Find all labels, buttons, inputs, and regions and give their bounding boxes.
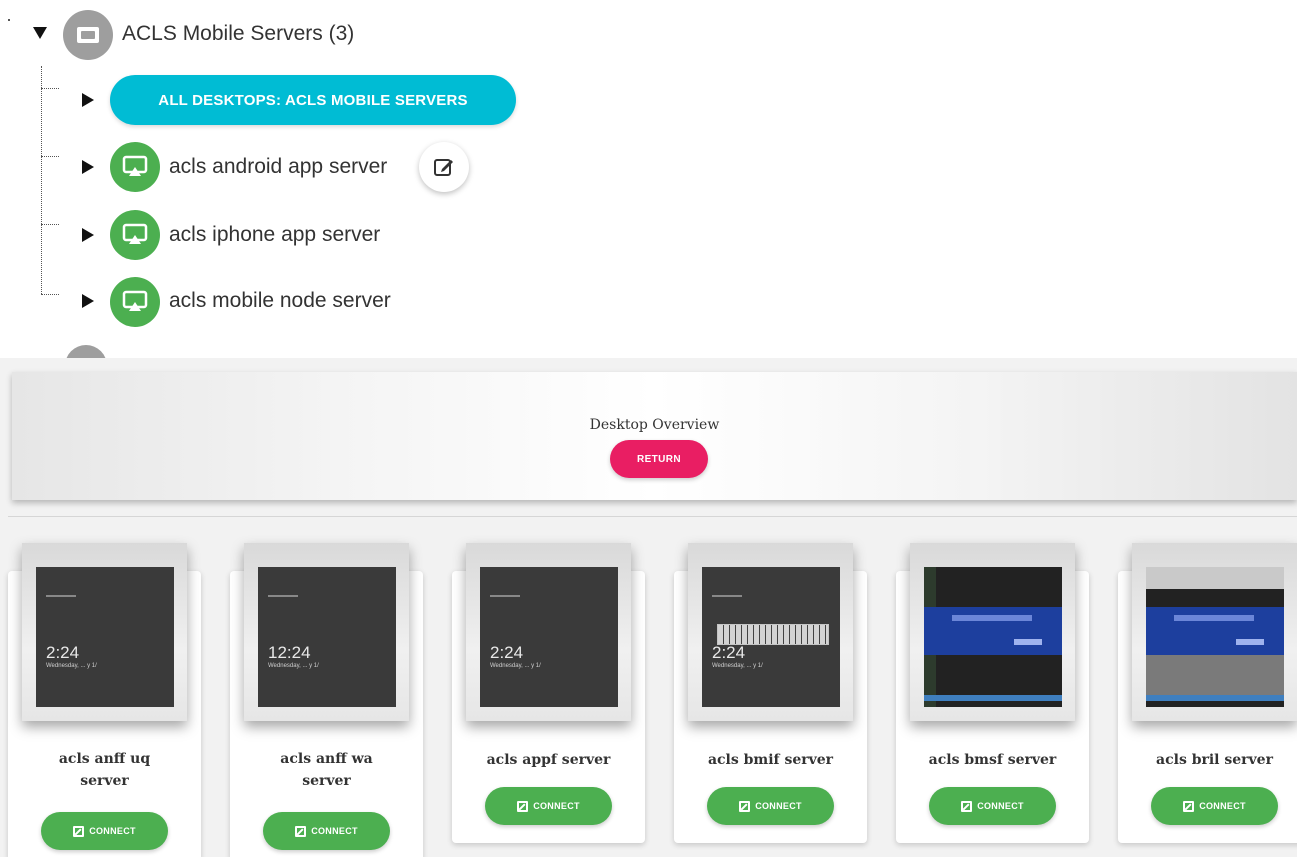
tree-guide-line — [41, 66, 42, 294]
connect-button[interactable]: CONNECT — [1151, 787, 1278, 825]
tree-root-label[interactable]: ACLS Mobile Servers (3) — [122, 22, 354, 46]
connect-button[interactable]: CONNECT — [263, 812, 390, 850]
screen-preview — [924, 567, 1062, 707]
tree-branch — [41, 88, 59, 89]
edit-button[interactable] — [419, 142, 469, 192]
desktop-thumbnail[interactable]: 2:24 Wednesday, ... y 1/ — [688, 543, 853, 721]
open-external-icon — [517, 800, 529, 812]
desktop-icon — [110, 142, 160, 192]
screen-preview: 2:24 Wednesday, ... y 1/ — [702, 567, 840, 707]
card-title: acls appf server — [486, 752, 611, 768]
desktop-icon — [110, 210, 160, 260]
card-title: acls bril server — [1156, 752, 1273, 768]
tree-branch — [41, 224, 59, 225]
desktop-thumbnail[interactable]: 2:24 Wednesday, ... y 1/ — [466, 543, 631, 721]
open-external-icon — [1183, 800, 1195, 812]
expand-caret-icon[interactable] — [82, 294, 94, 308]
open-external-icon — [295, 825, 307, 837]
tree-branch — [41, 156, 59, 157]
folder-icon — [63, 10, 113, 60]
card-title: acls anff wa server — [280, 751, 373, 789]
connect-button[interactable]: CONNECT — [41, 812, 168, 850]
tree-item-label[interactable]: acls android app server — [169, 155, 387, 179]
open-external-icon — [73, 825, 85, 837]
return-button[interactable]: RETURN — [610, 440, 708, 478]
collapse-caret-icon[interactable] — [33, 27, 47, 39]
connect-button[interactable]: CONNECT — [929, 787, 1056, 825]
desktop-icon — [110, 277, 160, 327]
desktop-thumbnail[interactable]: 2:24 Wednesday, ... y 1/ — [22, 543, 187, 721]
tree-item-label[interactable]: acls iphone app server — [169, 223, 380, 247]
tree-branch — [41, 294, 59, 295]
desktop-thumbnail[interactable]: 12:24 Wednesday, ... y 1/ — [244, 543, 409, 721]
screen-preview — [1146, 567, 1284, 707]
expand-caret-icon[interactable] — [82, 228, 94, 242]
overview-title: Desktop Overview — [589, 417, 720, 433]
desktop-thumbnail[interactable] — [910, 543, 1075, 721]
connect-button[interactable]: CONNECT — [707, 787, 834, 825]
card-title: acls bmif server — [707, 752, 834, 768]
expand-caret-icon[interactable] — [82, 93, 94, 107]
desktop-overview-panel: Desktop Overview RETURN acls anff uq serv… — [0, 358, 1297, 857]
open-external-icon — [961, 800, 973, 812]
edit-icon — [434, 159, 453, 176]
open-external-icon — [739, 800, 751, 812]
onscreen-keyboard — [717, 624, 829, 645]
overview-header: Desktop Overview RETURN — [12, 372, 1297, 500]
screen-preview: 2:24 Wednesday, ... y 1/ — [480, 567, 618, 707]
tree-dot — [8, 19, 10, 21]
screen-preview: 2:24 Wednesday, ... y 1/ — [36, 567, 174, 707]
desktop-tree: ACLS Mobile Servers (3) ALL DESKTOPS: AC… — [0, 0, 1297, 387]
divider — [8, 516, 1297, 517]
expand-caret-icon[interactable] — [82, 160, 94, 174]
card-title: acls anff uq server — [58, 751, 151, 789]
connect-button[interactable]: CONNECT — [485, 787, 612, 825]
screen-preview: 12:24 Wednesday, ... y 1/ — [258, 567, 396, 707]
card-title: acls bmsf server — [928, 752, 1057, 768]
desktop-thumbnail[interactable] — [1132, 543, 1297, 721]
all-desktops-pill-button[interactable]: ALL DESKTOPS: ACLS MOBILE SERVERS — [110, 75, 516, 125]
tree-item-label[interactable]: acls mobile node server — [169, 289, 391, 313]
